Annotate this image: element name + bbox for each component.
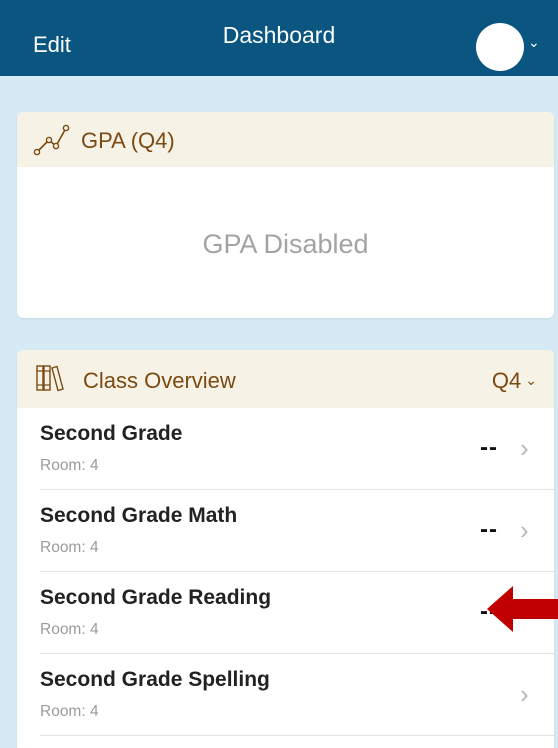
annotation-arrow-icon — [487, 586, 558, 632]
class-room: Room: 4 — [40, 539, 99, 556]
class-row[interactable]: Second Grade Math Room: 4 -- › — [17, 490, 554, 572]
chevron-right-icon: › — [520, 515, 529, 545]
class-overview-title: Class Overview — [83, 368, 236, 393]
gpa-status: GPA Disabled — [202, 229, 369, 259]
line-chart-icon — [31, 118, 71, 164]
gpa-title: GPA (Q4) — [81, 128, 175, 153]
class-name: Second Grade Reading — [40, 586, 272, 609]
class-grade: -- — [480, 516, 498, 543]
chevron-down-icon: ⌄ — [525, 372, 537, 388]
class-name: Second Grade — [40, 422, 183, 445]
divider — [40, 735, 554, 736]
chevron-down-icon[interactable]: ⌄ — [528, 34, 540, 51]
avatar[interactable] — [476, 23, 524, 71]
class-overview-card: Class Overview Q4 ⌄ Second Grade Room: 4 … — [17, 350, 554, 748]
page-title: Dashboard — [222, 22, 336, 48]
books-icon — [35, 363, 65, 399]
gpa-card: GPA (Q4) GPA Disabled — [17, 112, 554, 318]
gpa-card-header: GPA (Q4) — [17, 112, 554, 167]
class-room: Room: 4 — [40, 703, 99, 720]
quarter-label: Q4 — [491, 368, 522, 393]
class-grade: -- — [480, 434, 498, 461]
quarter-selector[interactable]: Q4 ⌄ — [492, 368, 537, 394]
class-row[interactable]: Second Grade Room: 4 -- › — [17, 408, 554, 490]
class-name: Second Grade Spelling — [40, 668, 270, 691]
navbar: Edit Dashboard ⌄ — [0, 0, 558, 76]
class-row[interactable]: Second Grade Spelling Room: 4 › — [17, 654, 554, 736]
class-room: Room: 4 — [40, 457, 99, 474]
class-row[interactable]: Second Grade Reading Room: 4 -- — [17, 572, 554, 654]
class-name: Second Grade Math — [40, 504, 238, 527]
class-room: Room: 4 — [40, 621, 99, 638]
chevron-right-icon: › — [520, 433, 529, 463]
class-overview-header: Class Overview Q4 ⌄ — [17, 350, 554, 408]
chevron-right-icon: › — [520, 679, 529, 709]
gpa-body: GPA Disabled — [17, 167, 554, 318]
